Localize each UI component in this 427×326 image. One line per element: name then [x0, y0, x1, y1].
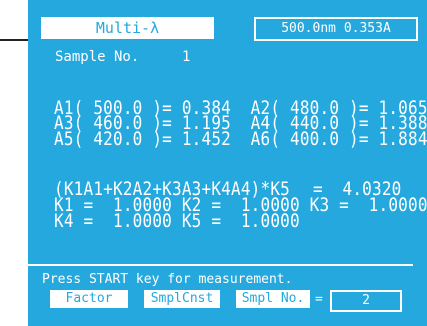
- factors-row-2: K4 = 1.0000 K5 = 1.0000: [54, 209, 300, 232]
- smpl-no-softkey[interactable]: Smpl No.: [236, 290, 310, 308]
- status-divider: [28, 264, 413, 266]
- mode-title: Multi-λ: [41, 17, 214, 39]
- sample-number-field[interactable]: 2: [330, 290, 402, 312]
- status-message: Press START key for measurement.: [42, 272, 293, 287]
- equals-sign: =: [315, 292, 323, 307]
- absorbance-row-3: A5( 420.0 )= 1.452 A6( 400.0 )= 1.884: [54, 127, 427, 150]
- factor-softkey[interactable]: Factor: [50, 290, 128, 308]
- smpl-cnst-softkey[interactable]: SmplCnst: [144, 290, 220, 308]
- sample-label: Sample No.: [55, 49, 140, 65]
- wavelength-readout: 500.0nm 0.353A: [254, 17, 418, 41]
- sample-number: 1: [182, 49, 191, 65]
- instrument-screen: Multi-λ 500.0nm 0.353A Sample No. 1 A1( …: [28, 0, 427, 326]
